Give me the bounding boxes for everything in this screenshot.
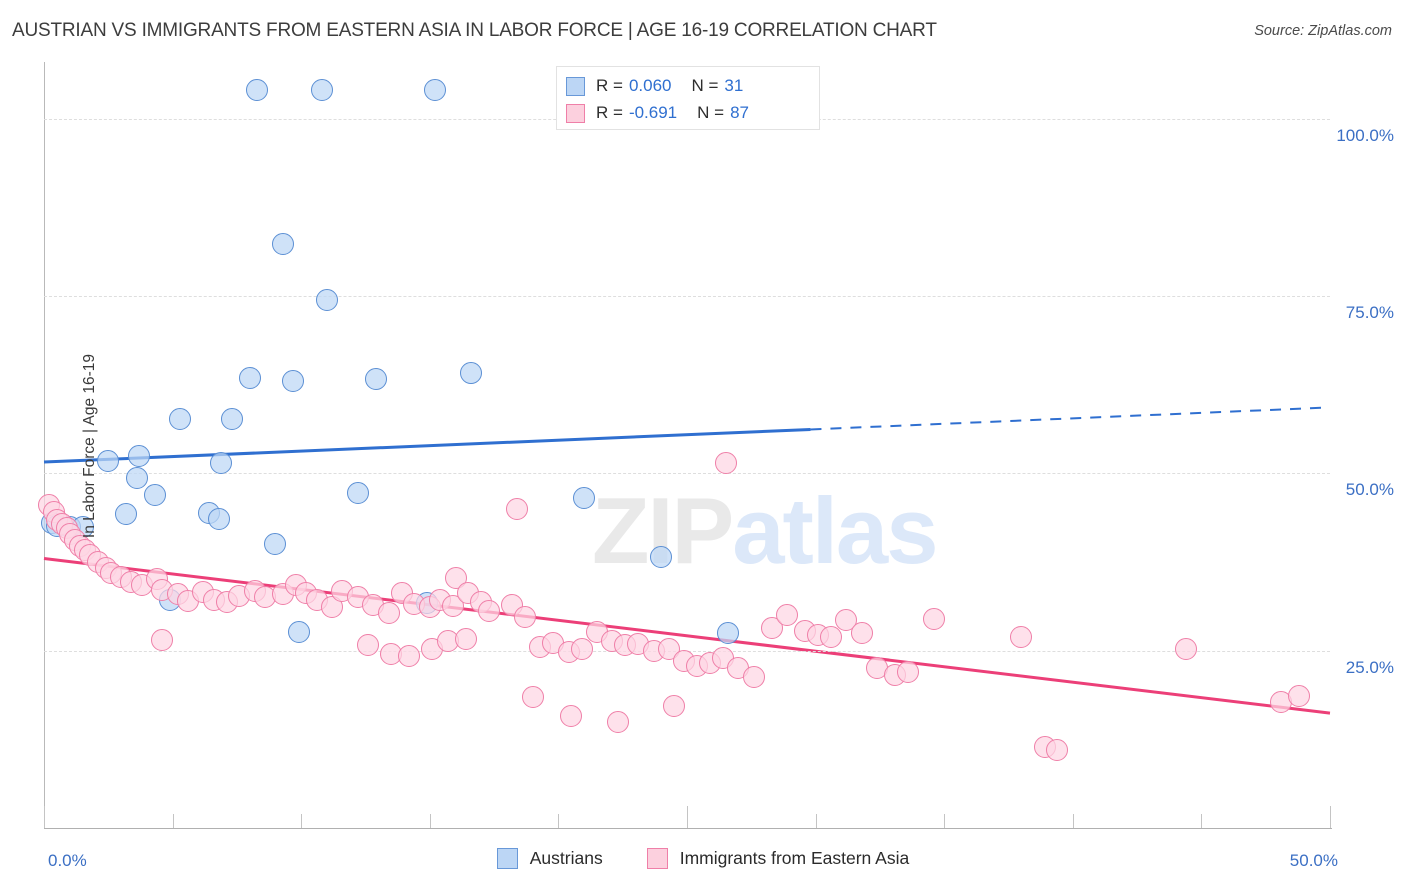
scatter-point-pink[interactable] xyxy=(776,603,799,626)
scatter-point-blue[interactable] xyxy=(346,481,369,504)
scatter-point-pink[interactable] xyxy=(742,665,765,688)
scatter-point-pink[interactable] xyxy=(454,627,477,650)
scatter-point-pink[interactable] xyxy=(477,599,500,622)
stats-n-key-blue: N = xyxy=(691,76,719,95)
x-axis-line xyxy=(44,828,1332,829)
scatter-point-pink[interactable] xyxy=(663,695,686,717)
stats-r-value-blue: 0.060 xyxy=(628,76,672,95)
stats-swatch-blue xyxy=(566,76,585,96)
x-axis-tick xyxy=(944,814,946,828)
scatter-point-pink[interactable] xyxy=(506,497,529,520)
legend-label-austrians: Austrians xyxy=(529,848,603,868)
x-axis-tick xyxy=(301,814,303,828)
scatter-point-pink[interactable] xyxy=(560,704,583,727)
scatter-point-pink[interactable] xyxy=(377,602,400,625)
trend-lines xyxy=(43,406,1331,715)
x-axis-tick xyxy=(1330,806,1331,828)
y-axis-tick-label: 75.0% xyxy=(1345,303,1394,323)
scatter-point-pink[interactable] xyxy=(714,451,737,474)
stats-row-immigrants: R = -0.691 N = 87 xyxy=(566,100,749,126)
y-axis-title: In Labor Force | Age 16-19 xyxy=(81,353,99,539)
stats-n-key-pink: N = xyxy=(697,103,725,122)
y-axis-tick-label: 50.0% xyxy=(1345,480,1394,500)
series-legend: Austrians Immigrants from Eastern Asia xyxy=(0,848,1406,869)
scatter-point-pink[interactable] xyxy=(897,660,920,683)
x-axis-tick xyxy=(44,806,45,828)
scatter-point-blue[interactable] xyxy=(310,79,333,102)
y-axis-tick-label: 100.0% xyxy=(1336,125,1394,145)
stats-r-key-blue: R = xyxy=(596,76,623,95)
stats-row-austrians: R = 0.060 N = 31 xyxy=(566,73,743,99)
x-axis-tick-label: 0.0% xyxy=(48,851,87,870)
scatter-point-pink[interactable] xyxy=(521,685,544,708)
plot-area: ZIPatlas xyxy=(38,62,1331,828)
stats-n-value-pink: 87 xyxy=(730,103,749,122)
scatter-point-blue[interactable] xyxy=(287,621,310,644)
stats-r-key-pink: R = xyxy=(596,103,623,122)
legend-item-immigrants[interactable]: Immigrants from Eastern Asia xyxy=(646,848,910,869)
scatter-point-pink[interactable] xyxy=(357,634,380,656)
stats-n-value-blue: 31 xyxy=(724,76,744,95)
gridline-y xyxy=(44,296,1330,298)
scatter-point-pink[interactable] xyxy=(1010,625,1033,648)
scatter-point-blue[interactable] xyxy=(315,288,338,311)
stats-swatch-pink xyxy=(566,103,585,123)
correlation-stats-box: R = 0.060 N = 31 R = -0.691 N = 87 xyxy=(556,66,820,130)
scatter-point-blue[interactable] xyxy=(115,502,138,525)
scatter-point-blue[interactable] xyxy=(207,507,230,530)
scatter-point-blue[interactable] xyxy=(143,483,166,506)
scatter-point-pink[interactable] xyxy=(606,711,629,734)
x-axis-tick xyxy=(558,814,560,828)
trend-line-fit xyxy=(43,556,1331,715)
scatter-point-blue[interactable] xyxy=(264,532,287,555)
scatter-point-blue[interactable] xyxy=(459,361,482,384)
chart-root: AUSTRIAN VS IMMIGRANTS FROM EASTERN ASIA… xyxy=(0,0,1406,892)
trend-line-fit xyxy=(43,427,811,464)
stats-r-value-pink: -0.691 xyxy=(628,103,678,122)
scatter-point-blue[interactable] xyxy=(717,621,740,644)
scatter-point-blue[interactable] xyxy=(238,367,261,390)
x-axis-tick xyxy=(687,806,688,828)
y-axis-tick-label: 25.0% xyxy=(1345,657,1394,677)
scatter-point-blue[interactable] xyxy=(125,466,148,489)
legend-item-austrians[interactable]: Austrians xyxy=(496,848,603,869)
scatter-point-blue[interactable] xyxy=(364,368,387,391)
scatter-point-blue[interactable] xyxy=(169,407,192,430)
gridline-y xyxy=(44,473,1330,475)
page-title: AUSTRIAN VS IMMIGRANTS FROM EASTERN ASIA… xyxy=(12,20,937,41)
legend-swatch-immigrants xyxy=(646,848,668,869)
source-attribution: Source: ZipAtlas.com xyxy=(1254,23,1392,39)
x-axis-tick xyxy=(1072,814,1074,828)
scatter-point-pink[interactable] xyxy=(570,638,593,661)
x-axis-tick xyxy=(1201,814,1203,828)
x-axis-tick xyxy=(815,814,817,828)
scatter-point-blue[interactable] xyxy=(97,449,120,472)
legend-swatch-austrians xyxy=(496,848,518,869)
x-axis-tick xyxy=(172,814,174,828)
scatter-point-pink[interactable] xyxy=(850,621,873,644)
legend-label-immigrants: Immigrants from Eastern Asia xyxy=(679,848,910,868)
x-axis-tick-label: 50.0% xyxy=(1289,851,1338,870)
trend-line-projected xyxy=(810,406,1331,431)
scatter-point-pink[interactable] xyxy=(398,644,421,667)
x-axis-tick xyxy=(429,814,431,828)
scatter-point-blue[interactable] xyxy=(128,444,151,467)
